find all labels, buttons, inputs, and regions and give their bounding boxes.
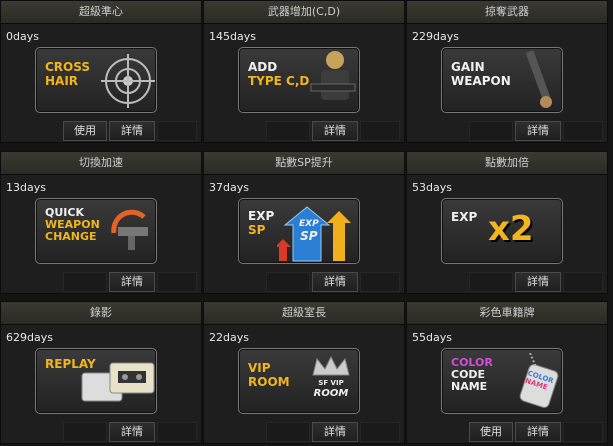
card-line-2: TYPE C,D [248,74,310,88]
item-image: CROSS HAIR [35,47,157,113]
item-image: QUICK WEAPON CHANGE [35,198,157,264]
item-title: 超級準心 [1,1,201,24]
item-card-replay: 錄影 629days REPLAY 詳情 [0,301,202,444]
empty-slot [266,121,310,141]
item-days: 0days [6,30,39,43]
item-days: 229days [412,30,459,43]
card-line-3: NAME [451,380,488,393]
empty-slot [563,422,603,442]
item-image: EXP x2 [441,198,563,264]
empty-slot [563,272,603,292]
item-days: 37days [209,181,249,194]
detail-button[interactable]: 詳情 [515,422,561,442]
item-card-gain-weapon: 掠奪武器 229days GAIN WEAPON 詳情 [406,0,608,143]
item-image: ADD TYPE C,D [238,47,360,113]
use-button[interactable]: 使用 [63,121,107,141]
empty-slot [63,272,107,292]
item-title: 錄影 [1,302,201,325]
card-line-1: EXP [248,209,275,223]
item-days: 13days [6,181,46,194]
crown-icon [312,355,350,376]
soldier-icon [310,51,356,100]
empty-slot [266,422,310,442]
item-card-crosshair: 超級準心 0days CROSS HAIR 使用 詳情 [0,0,202,143]
empty-slot [360,422,400,442]
item-image: GAIN WEAPON [441,47,563,113]
detail-button[interactable]: 詳情 [109,422,155,442]
detail-button[interactable]: 詳情 [515,272,561,292]
item-days: 53days [412,181,452,194]
empty-slot [469,121,513,141]
weapon-swap-icon [111,209,148,250]
item-card-add-type-cd: 武器增加(C,D) 145days ADD TYPE C,D 詳情 [203,0,405,143]
detail-button[interactable]: 詳情 [312,422,358,442]
item-title: 點數加倍 [407,152,607,175]
detail-button[interactable]: 詳情 [515,121,561,141]
card-line-2: ROOM [248,375,290,389]
empty-slot [63,422,107,442]
empty-slot [157,272,197,292]
empty-slot [360,121,400,141]
card-line-1: VIP [248,361,271,375]
item-image: EXP SP EXP SP [238,198,360,264]
item-image: VIP ROOM SF VIP ROOM [238,348,360,414]
badge-line-2: ROOM [313,388,349,399]
empty-slot [266,272,310,292]
card-line-2: HAIR [45,74,79,88]
item-card-vip-room: 超級室長 22days VIP ROOM SF VIP ROOM 詳情 [203,301,405,444]
item-card-exp-sp: 點數SP提升 37days EXP SP EXP SP 詳情 [203,151,405,294]
detail-button[interactable]: 詳情 [312,121,358,141]
badge-line-2: SP [300,229,318,243]
card-line-2: SP [248,223,266,237]
empty-slot [157,121,197,141]
item-days: 629days [6,331,53,344]
empty-slot [469,272,513,292]
item-days: 22days [209,331,249,344]
item-image: REPLAY [35,348,157,414]
item-card-exp-x2: 點數加倍 53days EXP x2 詳情 [406,151,608,294]
card-line-1: ADD [248,60,278,74]
item-title: 點數SP提升 [204,152,404,175]
card-line-3: CHANGE [45,230,97,243]
item-grid: 超級準心 0days CROSS HAIR 使用 詳情 武器增加(C,D) 14… [0,0,613,446]
badge-text: x2 [488,209,534,249]
item-days: 55days [412,331,452,344]
detail-button[interactable]: 詳情 [109,121,155,141]
crosshair-icon [101,54,155,108]
item-card-quick-weapon-change: 切換加速 13days QUICK WEAPON CHANGE 詳情 [0,151,202,294]
card-line-1: GAIN [451,60,485,74]
item-days: 145days [209,30,256,43]
item-card-color-code-name: 彩色車籍牌 55days COLOR CODE NAME COLOR NAME … [406,301,608,444]
card-line-1: EXP [451,210,478,224]
badge-line-1: SF VIP [318,379,344,387]
item-image: COLOR CODE NAME COLOR NAME [441,348,563,414]
item-title: 超級室長 [204,302,404,325]
detail-button[interactable]: 詳情 [109,272,155,292]
rifle-icon [525,50,552,108]
detail-button[interactable]: 詳情 [312,272,358,292]
item-title: 武器增加(C,D) [204,1,404,24]
empty-slot [360,272,400,292]
item-title: 掠奪武器 [407,1,607,24]
item-title: 切換加速 [1,152,201,175]
videotape-icon [81,362,155,402]
empty-slot [563,121,603,141]
use-button[interactable]: 使用 [469,422,513,442]
card-line-1: CROSS [45,60,90,74]
card-line-2: WEAPON [451,74,511,88]
item-title: 彩色車籍牌 [407,302,607,325]
empty-slot [157,422,197,442]
